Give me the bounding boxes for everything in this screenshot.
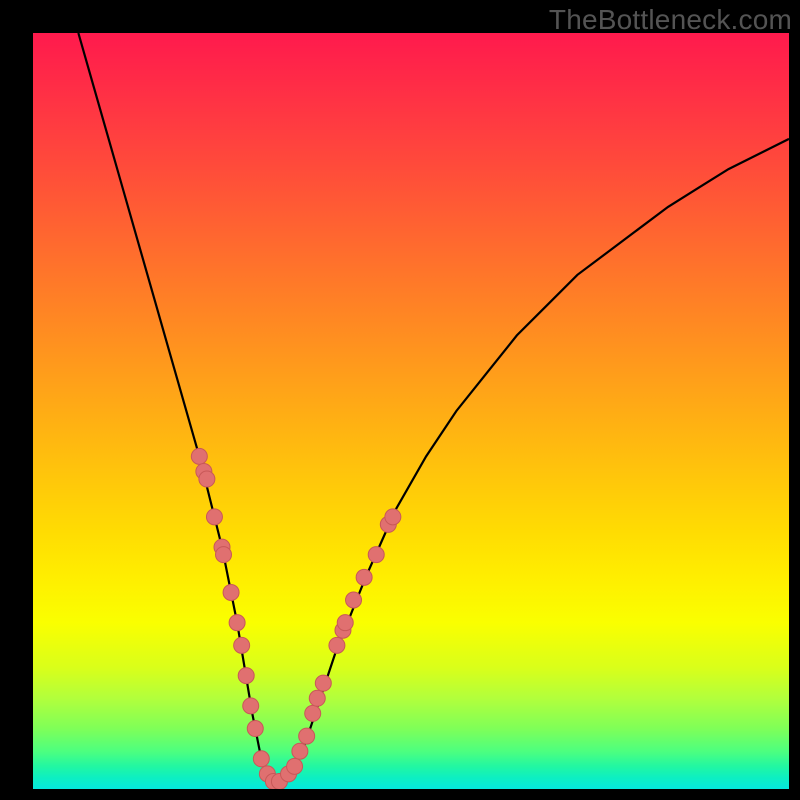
data-point	[191, 448, 207, 464]
data-point	[305, 705, 321, 721]
data-point	[299, 728, 315, 744]
data-point	[329, 637, 345, 653]
watermark-text: TheBottleneck.com	[549, 4, 792, 36]
data-point	[292, 743, 308, 759]
data-point	[287, 758, 303, 774]
data-point	[216, 547, 232, 563]
data-point	[247, 721, 263, 737]
data-point	[385, 509, 401, 525]
data-point	[243, 698, 259, 714]
bottleneck-curve	[78, 33, 789, 781]
data-point	[315, 675, 331, 691]
data-points-group	[191, 448, 401, 789]
data-point	[223, 584, 239, 600]
data-point	[253, 751, 269, 767]
data-point	[234, 637, 250, 653]
data-point	[238, 668, 254, 684]
chart-frame: TheBottleneck.com	[0, 0, 800, 800]
chart-overlay	[33, 33, 789, 789]
data-point	[199, 471, 215, 487]
data-point	[368, 547, 384, 563]
data-point	[229, 615, 245, 631]
data-point	[356, 569, 372, 585]
data-point	[346, 592, 362, 608]
data-point	[206, 509, 222, 525]
data-point	[309, 690, 325, 706]
data-point	[337, 615, 353, 631]
